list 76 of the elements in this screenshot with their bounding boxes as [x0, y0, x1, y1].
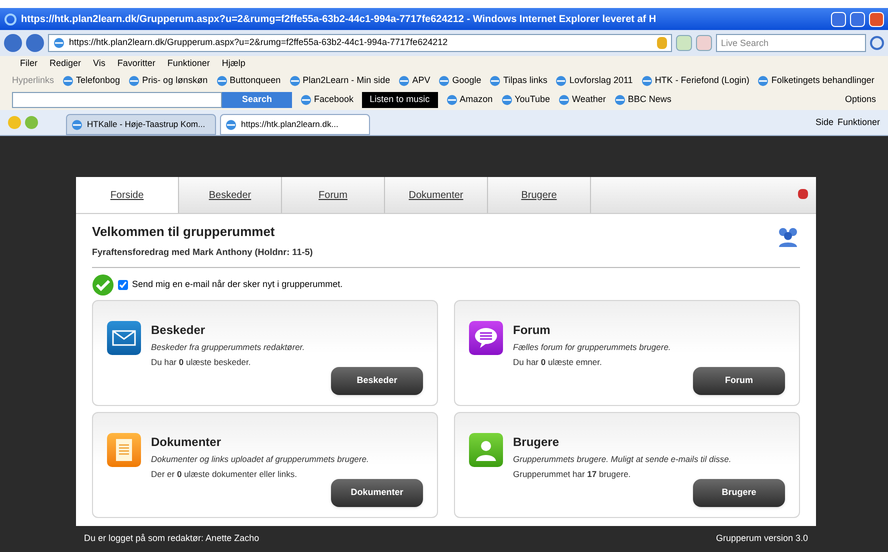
- browser-tab[interactable]: HTKalle - Høje-Taastrup Kom...: [66, 114, 216, 135]
- email-checkbox[interactable]: [118, 280, 128, 290]
- link-item[interactable]: Tilpas links: [503, 74, 548, 88]
- card-title: Forum: [513, 322, 552, 339]
- menu-item[interactable]: Filer: [20, 57, 38, 71]
- link-item[interactable]: Buttonqueen: [230, 74, 281, 88]
- link-item[interactable]: Plan2Learn - Min side: [302, 74, 390, 88]
- menu-item[interactable]: Hjælp: [222, 57, 246, 71]
- close-icon[interactable]: [798, 189, 808, 199]
- search-field[interactable]: Live Search: [716, 34, 866, 52]
- browser-tab[interactable]: https://htk.plan2learn.dk...: [220, 114, 370, 135]
- section-button[interactable]: Brugere: [693, 478, 785, 506]
- search-icon[interactable]: [870, 36, 884, 50]
- toolbar-item[interactable]: BBC News: [628, 93, 672, 107]
- menu-item[interactable]: Favoritter: [117, 57, 156, 71]
- welcome-heading: Velkommen til grupperummet: [92, 223, 276, 241]
- section-button[interactable]: Forum: [693, 366, 785, 394]
- menu-item[interactable]: Rediger: [50, 57, 82, 71]
- minimize-button[interactable]: [831, 12, 846, 26]
- toolbar-search-field[interactable]: [12, 92, 222, 108]
- link-item[interactable]: Telefonbog: [76, 74, 120, 88]
- link-item[interactable]: Google: [452, 74, 482, 88]
- menu-item[interactable]: Funktioner: [167, 57, 210, 71]
- command-item[interactable]: Side: [815, 116, 834, 129]
- url-text: https://htk.plan2learn.dk/Grupperum.aspx?u=2&rumg=f2ffe55a-63b2-44c1-994a-7717fe624212: [69, 36, 449, 50]
- group-subtitle: Fyraftensforedrag med Mark Anthony (Holdnr: 11-5): [92, 246, 313, 259]
- email-option-label: Send mig en e-mail når der sker nyt i grupperummet.: [132, 278, 343, 292]
- document-icon: [107, 433, 141, 467]
- card-description: Dokumenter og links uploadet af grupperummets brugere.: [151, 453, 369, 466]
- card-description: Fælles forum for grupperummets brugere.: [513, 341, 671, 354]
- address-field[interactable]: https://htk.plan2learn.dk/Grupperum.aspx?u=2&rumg=f2ffe55a-63b2-44c1-994a-7717fe624212: [48, 34, 672, 52]
- logged-in-text: Du er logget på som redaktør: Anette Zacho: [84, 532, 260, 545]
- card-status: Grupperummet har 17 brugere.: [513, 468, 632, 480]
- section-button[interactable]: Beskeder: [331, 366, 423, 394]
- card-description: Beskeder fra grupperummets redaktører.: [151, 341, 305, 354]
- command-item[interactable]: Funktioner: [837, 116, 880, 129]
- version-text: Grupperum version 3.0: [716, 532, 808, 545]
- person-icon: [469, 433, 503, 467]
- tab-label: https://htk.plan2learn.dk...: [241, 118, 338, 131]
- nav-tab[interactable]: Dokumenter: [385, 177, 488, 213]
- card-description: Grupperummets brugere. Muligt at sende e-mails til disse.: [513, 453, 732, 466]
- music-player-button[interactable]: Listen to music: [362, 92, 438, 108]
- check-circle-icon: [92, 274, 114, 296]
- close-button[interactable]: [869, 12, 884, 26]
- maximize-button[interactable]: [850, 12, 865, 26]
- group-people-icon: [776, 226, 800, 248]
- link-item[interactable]: Lovforslag 2011: [569, 74, 633, 88]
- card-title: Dokumenter: [151, 434, 222, 451]
- toolbar-item[interactable]: Facebook: [314, 93, 354, 107]
- card-status: Du har 0 ulæste beskeder.: [151, 356, 252, 368]
- toolbar-item[interactable]: YouTube: [514, 93, 550, 107]
- tab-label: HTKalle - Høje-Taastrup Kom...: [87, 118, 206, 131]
- options-button[interactable]: Options: [844, 93, 876, 107]
- toolbar-item[interactable]: Amazon: [460, 93, 493, 107]
- speech-bubble-icon: [469, 321, 503, 355]
- section-button[interactable]: Dokumenter: [331, 478, 423, 506]
- nav-tab[interactable]: Forside: [76, 177, 179, 213]
- menu-item[interactable]: Vis: [93, 57, 106, 71]
- back-button[interactable]: [4, 34, 22, 52]
- nav-tab[interactable]: Beskeder: [179, 177, 282, 213]
- link-item[interactable]: HTK - Feriefond (Login): [654, 74, 750, 88]
- envelope-icon: [107, 321, 141, 355]
- forward-button[interactable]: [26, 34, 44, 52]
- card-status: Du har 0 ulæste emner.: [513, 356, 603, 368]
- search-button[interactable]: Search: [222, 92, 292, 108]
- links-label: Hyperlinks: [12, 74, 54, 88]
- nav-tab[interactable]: Forum: [282, 177, 385, 213]
- link-item[interactable]: APV: [412, 74, 430, 88]
- card-title: Beskeder: [151, 322, 206, 339]
- link-item[interactable]: Folketingets behandlinger: [771, 74, 874, 88]
- toolbar-item[interactable]: Weather: [572, 93, 606, 107]
- window-title: https://htk.plan2learn.dk/Grupperum.aspx?u=2&rumg=f2ffe55a-63b2-44c1-994a-7717fe624212 - Windows Internet Explorer leveret af H: [21, 12, 658, 26]
- card-title: Brugere: [513, 434, 560, 451]
- link-item[interactable]: Pris- og lønskøn: [142, 74, 208, 88]
- nav-tab[interactable]: Brugere: [488, 177, 591, 213]
- card-status: Der er 0 ulæste dokumenter eller links.: [151, 468, 298, 480]
